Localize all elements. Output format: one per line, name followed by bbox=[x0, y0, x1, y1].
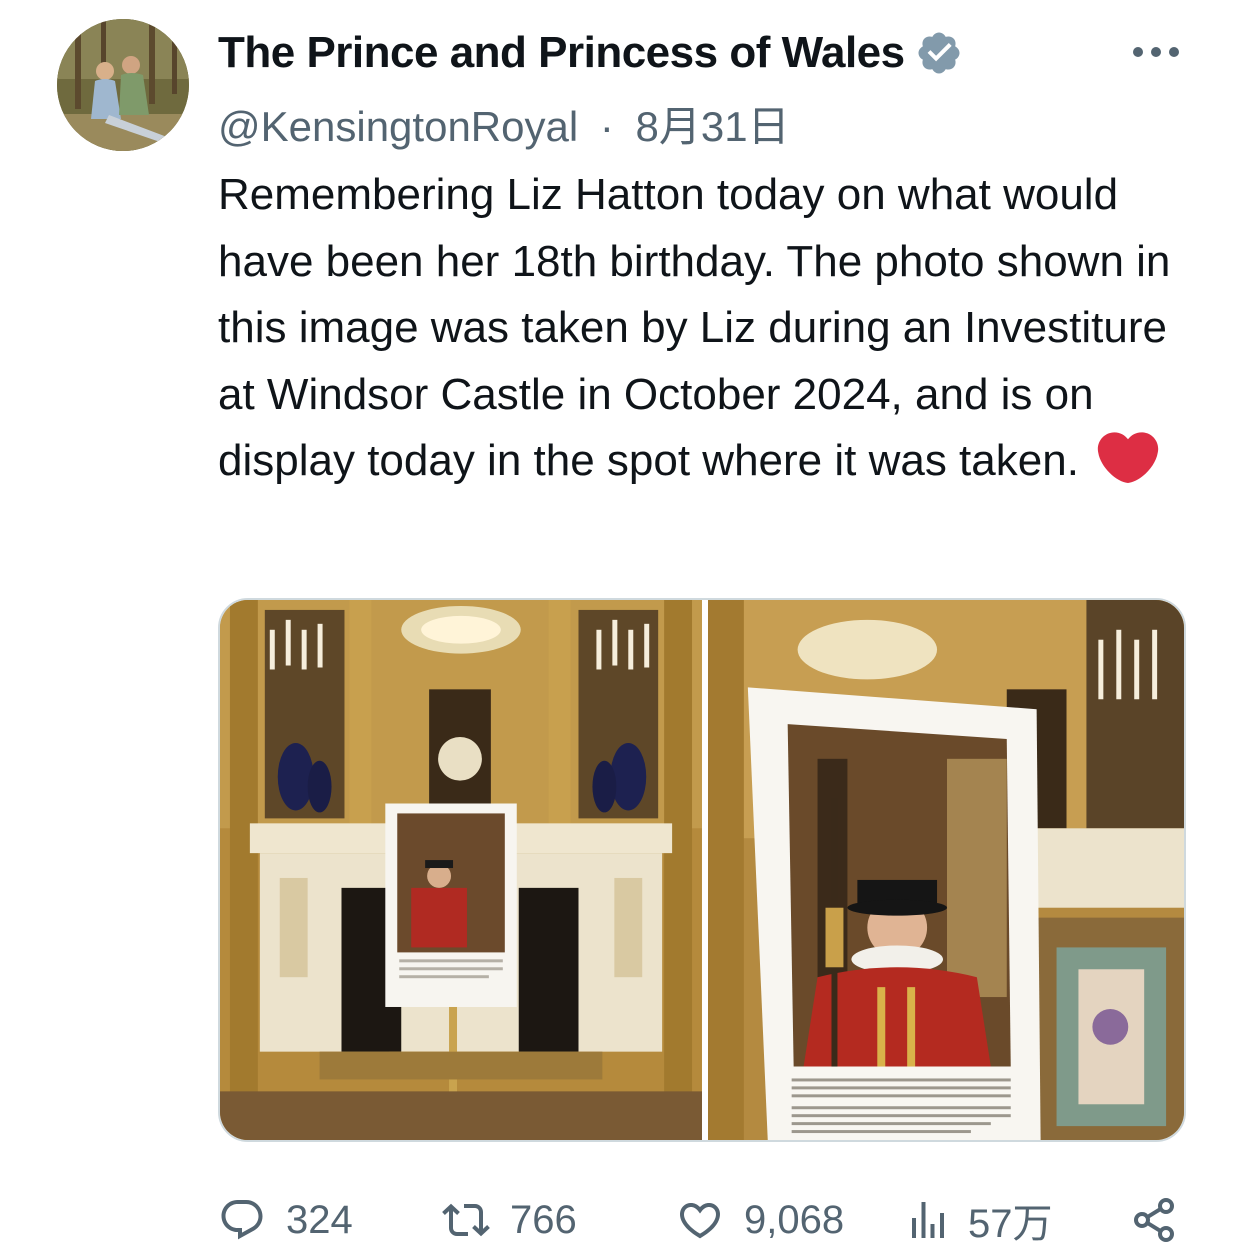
avatar-image bbox=[57, 19, 189, 151]
views-count: 57万 bbox=[968, 1202, 1053, 1246]
heart-icon bbox=[679, 1203, 721, 1239]
reply-icon bbox=[221, 1200, 263, 1240]
like-count: 9,068 bbox=[744, 1197, 845, 1242]
photo-fireplace-room[interactable] bbox=[220, 600, 702, 1140]
like-button[interactable]: 9,068 bbox=[676, 1188, 844, 1252]
reply-button[interactable]: 324 bbox=[218, 1188, 353, 1252]
action-bar: 324 766 9,068 57万 bbox=[218, 1188, 1188, 1252]
repost-button[interactable]: 766 bbox=[442, 1188, 577, 1252]
more-horizontal-icon bbox=[1133, 47, 1179, 57]
share-icon bbox=[1134, 1198, 1174, 1242]
tweet-text: Remembering Liz Hatton today on what wou… bbox=[218, 162, 1208, 495]
more-options-button[interactable] bbox=[1132, 36, 1180, 59]
media-grid bbox=[218, 598, 1186, 1142]
author-display-name[interactable]: The Prince and Princess of Wales bbox=[218, 28, 905, 78]
photo-yeoman-portrait[interactable] bbox=[707, 600, 1184, 1140]
meta-separator: · bbox=[599, 103, 614, 150]
repost-icon bbox=[442, 1203, 490, 1237]
author-handle[interactable]: @KensingtonRoyal bbox=[218, 103, 578, 150]
views-button[interactable]: 57万 bbox=[904, 1188, 1053, 1252]
repost-count: 766 bbox=[510, 1197, 577, 1242]
reply-count: 324 bbox=[286, 1197, 353, 1242]
tweet-body: Remembering Liz Hatton today on what wou… bbox=[218, 170, 1171, 485]
post-date[interactable]: 8月31日 bbox=[636, 103, 790, 150]
author-name-row: The Prince and Princess of Wales bbox=[218, 26, 963, 80]
views-icon bbox=[912, 1202, 944, 1238]
share-button[interactable] bbox=[1130, 1188, 1178, 1252]
red-heart-emoji-icon bbox=[1097, 432, 1159, 483]
verified-badge-icon[interactable] bbox=[915, 29, 963, 77]
photo-yeoman-portrait-image bbox=[707, 600, 1184, 1140]
avatar[interactable] bbox=[57, 19, 189, 151]
photo-fireplace-room-image bbox=[220, 600, 702, 1140]
author-meta: @KensingtonRoyal · 8月31日 bbox=[218, 93, 790, 154]
